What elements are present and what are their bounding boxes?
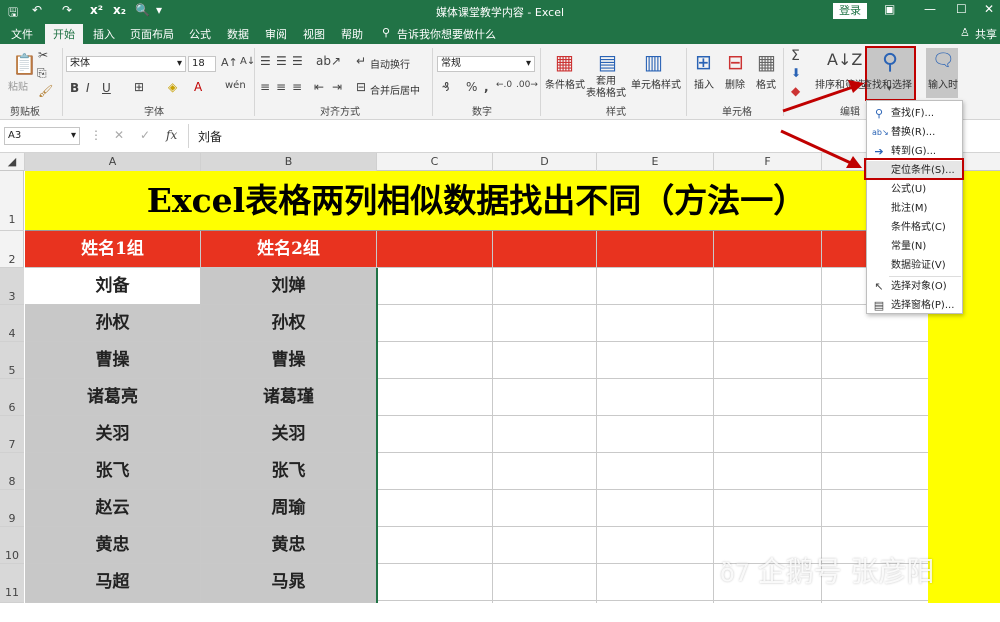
- arrow-to-goto-special: [780, 129, 854, 166]
- penguin-logo-icon: ὂ7: [720, 559, 758, 587]
- arrow-to-find-select: [782, 84, 857, 113]
- annotation-arrows: [780, 80, 864, 168]
- watermark: ὂ7 企鹅号 张彦阳: [720, 555, 935, 588]
